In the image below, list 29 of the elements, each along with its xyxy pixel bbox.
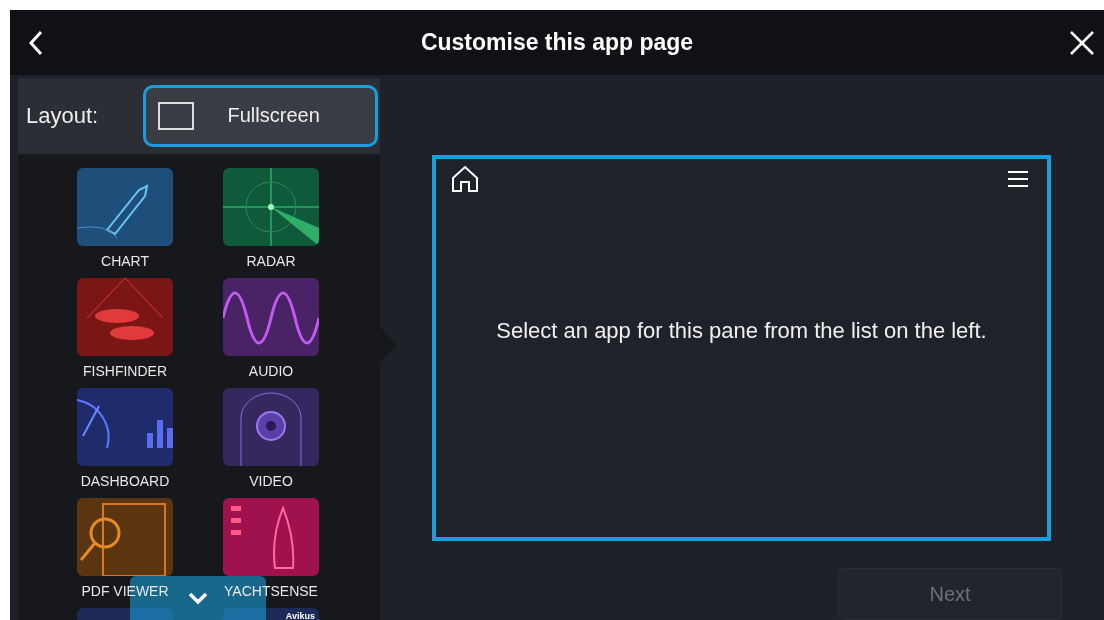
layout-selector[interactable]: Fullscreen (143, 84, 379, 147)
brand-label: Avikus (285, 611, 315, 620)
app-label: FISHFINDER (83, 363, 167, 379)
app-tile[interactable]: Avikus (223, 608, 319, 620)
close-icon (1068, 28, 1096, 57)
layout-label: Layout: (26, 102, 99, 129)
dashboard-app-tile[interactable] (77, 388, 173, 466)
audio-app-tile[interactable] (223, 278, 319, 356)
pdf-viewer-app-tile[interactable] (77, 498, 173, 576)
menu-icon[interactable] (1007, 170, 1029, 188)
fullscreen-layout-icon (158, 101, 195, 130)
app-label: VIDEO (249, 473, 293, 489)
video-app-tile[interactable] (223, 388, 319, 466)
app-label: RADAR (246, 253, 296, 269)
preview-pane[interactable]: Select an app for this pane from the list on the left. (432, 155, 1051, 541)
app-label: DASHBOARD (80, 473, 170, 489)
chart-app-tile[interactable] (77, 168, 173, 246)
app-label: PDF VIEWER (81, 583, 169, 599)
window-title: Customise this app page (420, 29, 694, 56)
yachtsense-app-tile[interactable] (223, 498, 319, 576)
close-button[interactable] (1068, 28, 1096, 57)
radar-app-tile[interactable] (223, 168, 319, 246)
preview-message: Select an app for this pane from the list on the left. (495, 318, 988, 344)
app-label: AUDIO (248, 363, 294, 379)
home-icon[interactable] (450, 165, 480, 193)
fishfinder-app-tile[interactable] (77, 278, 173, 356)
app-label: CHART (101, 253, 149, 269)
app-label: YACHTSENSE (224, 583, 318, 599)
chevron-down-icon (187, 591, 209, 605)
